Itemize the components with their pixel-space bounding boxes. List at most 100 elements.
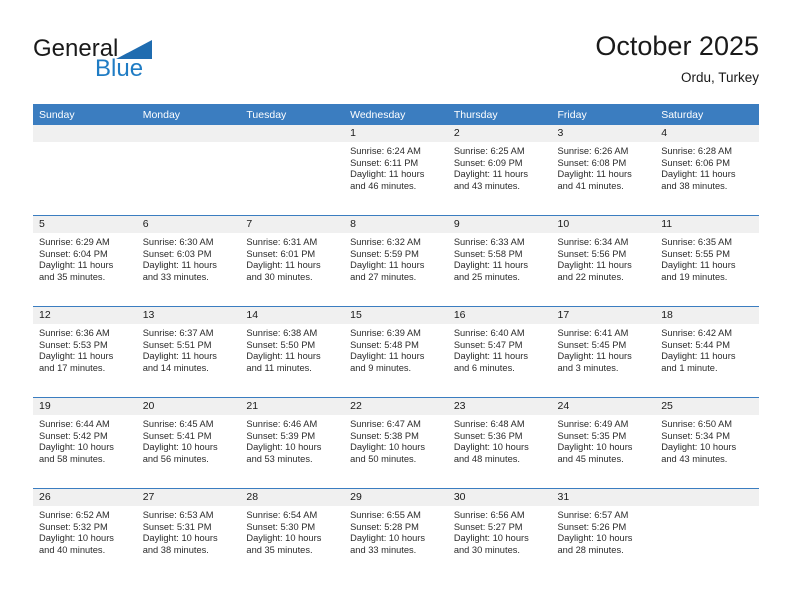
calendar-day-cell[interactable]: 26 Sunrise: 6:52 AM Sunset: 5:32 PM Dayl… bbox=[33, 488, 137, 579]
daylight-text-line1: Daylight: 10 hours bbox=[350, 533, 426, 544]
general-blue-logo: General Blue bbox=[33, 36, 253, 81]
day-number: 18 bbox=[655, 307, 759, 324]
daylight-text-line2: and 33 minutes. bbox=[142, 271, 209, 282]
daylight-text-line1: Daylight: 11 hours bbox=[557, 260, 632, 271]
day-number: 15 bbox=[344, 307, 448, 324]
daylight-text-line2: and 35 minutes. bbox=[246, 544, 313, 555]
daylight-text-line2: and 28 minutes. bbox=[557, 544, 624, 555]
day-number: 9 bbox=[447, 216, 552, 233]
page-header: General Blue October 2025 Ordu, Turkey bbox=[33, 30, 759, 100]
calendar-day-cell[interactable] bbox=[240, 125, 345, 216]
daylight-text-line1: Daylight: 11 hours bbox=[557, 351, 632, 362]
day-number: 21 bbox=[240, 398, 345, 415]
calendar-day-cell[interactable]: 22 Sunrise: 6:47 AM Sunset: 5:38 PM Dayl… bbox=[344, 397, 448, 489]
day-number: 3 bbox=[551, 125, 656, 142]
day-details: Sunrise: 6:53 AM Sunset: 5:31 PM Dayligh… bbox=[137, 506, 241, 556]
sunset-text: Sunset: 6:01 PM bbox=[246, 248, 316, 259]
day-details: Sunrise: 6:56 AM Sunset: 5:27 PM Dayligh… bbox=[448, 506, 552, 556]
day-number: 20 bbox=[136, 398, 241, 415]
day-number: 13 bbox=[136, 307, 241, 324]
daylight-text-line1: Daylight: 10 hours bbox=[142, 442, 218, 453]
day-details: Sunrise: 6:31 AM Sunset: 6:01 PM Dayligh… bbox=[240, 233, 344, 283]
calendar-day-cell[interactable]: 2 Sunrise: 6:25 AM Sunset: 6:09 PM Dayli… bbox=[447, 125, 552, 216]
calendar-day-cell[interactable]: 9 Sunrise: 6:33 AM Sunset: 5:58 PM Dayli… bbox=[447, 215, 552, 307]
day-number: 6 bbox=[136, 216, 241, 233]
sunrise-text: Sunrise: 6:42 AM bbox=[661, 328, 733, 338]
calendar-day-cell[interactable]: 6 Sunrise: 6:30 AM Sunset: 6:03 PM Dayli… bbox=[136, 215, 241, 307]
day-details: Sunrise: 6:28 AM Sunset: 6:06 PM Dayligh… bbox=[655, 142, 759, 192]
calendar-day-cell[interactable]: 15 Sunrise: 6:39 AM Sunset: 5:48 PM Dayl… bbox=[344, 306, 448, 398]
calendar-day-cell[interactable] bbox=[33, 125, 137, 216]
daylight-text-line1: Daylight: 10 hours bbox=[246, 442, 322, 453]
calendar-day-cell[interactable] bbox=[136, 125, 241, 216]
day-details: Sunrise: 6:25 AM Sunset: 6:09 PM Dayligh… bbox=[448, 142, 552, 192]
calendar-day-cell[interactable]: 1 Sunrise: 6:24 AM Sunset: 6:11 PM Dayli… bbox=[344, 125, 448, 216]
calendar-day-cell[interactable]: 16 Sunrise: 6:40 AM Sunset: 5:47 PM Dayl… bbox=[447, 306, 552, 398]
daylight-text-line2: and 48 minutes. bbox=[453, 453, 520, 464]
calendar-day-cell[interactable]: 11 Sunrise: 6:35 AM Sunset: 5:55 PM Dayl… bbox=[655, 215, 759, 307]
calendar-day-cell[interactable]: 14 Sunrise: 6:38 AM Sunset: 5:50 PM Dayl… bbox=[240, 306, 345, 398]
sunset-text: Sunset: 5:51 PM bbox=[142, 339, 212, 350]
sunrise-text: Sunrise: 6:44 AM bbox=[39, 419, 110, 429]
day-number: 31 bbox=[551, 489, 656, 506]
daylight-text-line2: and 9 minutes. bbox=[350, 362, 412, 373]
daylight-text-line2: and 33 minutes. bbox=[350, 544, 417, 555]
day-number: 7 bbox=[240, 216, 345, 233]
calendar-day-cell[interactable]: 24 Sunrise: 6:49 AM Sunset: 5:35 PM Dayl… bbox=[551, 397, 656, 489]
day-details: Sunrise: 6:44 AM Sunset: 5:42 PM Dayligh… bbox=[33, 415, 137, 465]
calendar-day-cell[interactable]: 21 Sunrise: 6:46 AM Sunset: 5:39 PM Dayl… bbox=[240, 397, 345, 489]
daylight-text-line1: Daylight: 10 hours bbox=[661, 442, 737, 453]
weekday-header-friday: Friday bbox=[551, 104, 656, 125]
sunset-text: Sunset: 5:31 PM bbox=[142, 521, 212, 532]
daylight-text-line1: Daylight: 11 hours bbox=[142, 351, 217, 362]
calendar-day-cell[interactable]: 27 Sunrise: 6:53 AM Sunset: 5:31 PM Dayl… bbox=[136, 488, 241, 579]
calendar-day-cell[interactable]: 25 Sunrise: 6:50 AM Sunset: 5:34 PM Dayl… bbox=[655, 397, 759, 489]
daylight-text-line1: Daylight: 11 hours bbox=[246, 260, 321, 271]
weekday-header-saturday: Saturday bbox=[655, 104, 759, 125]
calendar-day-cell[interactable]: 3 Sunrise: 6:26 AM Sunset: 6:08 PM Dayli… bbox=[551, 125, 656, 216]
calendar-day-cell[interactable] bbox=[655, 488, 759, 579]
calendar-day-cell[interactable]: 5 Sunrise: 6:29 AM Sunset: 6:04 PM Dayli… bbox=[33, 215, 137, 307]
calendar-day-cell[interactable]: 8 Sunrise: 6:32 AM Sunset: 5:59 PM Dayli… bbox=[344, 215, 448, 307]
daylight-text-line1: Daylight: 10 hours bbox=[39, 442, 114, 453]
day-details: Sunrise: 6:49 AM Sunset: 5:35 PM Dayligh… bbox=[552, 415, 656, 465]
calendar-day-cell[interactable]: 28 Sunrise: 6:54 AM Sunset: 5:30 PM Dayl… bbox=[240, 488, 345, 579]
calendar-day-cell[interactable]: 18 Sunrise: 6:42 AM Sunset: 5:44 PM Dayl… bbox=[655, 306, 759, 398]
calendar-day-cell[interactable]: 10 Sunrise: 6:34 AM Sunset: 5:56 PM Dayl… bbox=[551, 215, 656, 307]
daylight-text-line1: Daylight: 10 hours bbox=[453, 533, 529, 544]
calendar-page: General Blue October 2025 Ordu, Turkey S… bbox=[0, 0, 792, 612]
calendar-day-cell[interactable]: 31 Sunrise: 6:57 AM Sunset: 5:26 PM Dayl… bbox=[551, 488, 656, 579]
calendar-day-cell[interactable]: 7 Sunrise: 6:31 AM Sunset: 6:01 PM Dayli… bbox=[240, 215, 345, 307]
sunrise-text: Sunrise: 6:46 AM bbox=[246, 419, 318, 429]
calendar-day-cell[interactable]: 23 Sunrise: 6:48 AM Sunset: 5:36 PM Dayl… bbox=[447, 397, 552, 489]
sunrise-text: Sunrise: 6:32 AM bbox=[350, 237, 421, 247]
day-number bbox=[655, 489, 759, 506]
day-number: 29 bbox=[344, 489, 448, 506]
calendar-day-cell[interactable]: 17 Sunrise: 6:41 AM Sunset: 5:45 PM Dayl… bbox=[551, 306, 656, 398]
sunset-text: Sunset: 6:08 PM bbox=[557, 157, 627, 168]
calendar-week-row: 1 Sunrise: 6:24 AM Sunset: 6:11 PM Dayli… bbox=[33, 125, 759, 216]
daylight-text-line1: Daylight: 11 hours bbox=[246, 351, 321, 362]
day-number: 30 bbox=[447, 489, 552, 506]
day-details: Sunrise: 6:47 AM Sunset: 5:38 PM Dayligh… bbox=[344, 415, 448, 465]
calendar-day-cell[interactable]: 4 Sunrise: 6:28 AM Sunset: 6:06 PM Dayli… bbox=[655, 125, 759, 216]
calendar-day-cell[interactable]: 12 Sunrise: 6:36 AM Sunset: 5:53 PM Dayl… bbox=[33, 306, 137, 398]
calendar-day-cell[interactable]: 20 Sunrise: 6:45 AM Sunset: 5:41 PM Dayl… bbox=[136, 397, 241, 489]
sunset-text: Sunset: 5:55 PM bbox=[661, 248, 730, 259]
daylight-text-line2: and 43 minutes. bbox=[453, 180, 520, 191]
daylight-text-line1: Daylight: 11 hours bbox=[661, 351, 736, 362]
sunset-text: Sunset: 5:59 PM bbox=[350, 248, 419, 259]
sunrise-text: Sunrise: 6:26 AM bbox=[557, 146, 629, 156]
calendar-day-cell[interactable]: 13 Sunrise: 6:37 AM Sunset: 5:51 PM Dayl… bbox=[136, 306, 241, 398]
calendar-day-cell[interactable]: 29 Sunrise: 6:55 AM Sunset: 5:28 PM Dayl… bbox=[344, 488, 448, 579]
calendar-day-cell[interactable]: 19 Sunrise: 6:44 AM Sunset: 5:42 PM Dayl… bbox=[33, 397, 137, 489]
day-number: 22 bbox=[344, 398, 448, 415]
day-details: Sunrise: 6:34 AM Sunset: 5:56 PM Dayligh… bbox=[552, 233, 656, 283]
day-number: 2 bbox=[447, 125, 552, 142]
calendar-day-cell[interactable]: 30 Sunrise: 6:56 AM Sunset: 5:27 PM Dayl… bbox=[447, 488, 552, 579]
sunset-text: Sunset: 5:58 PM bbox=[453, 248, 523, 259]
day-details: Sunrise: 6:48 AM Sunset: 5:36 PM Dayligh… bbox=[448, 415, 552, 465]
daylight-text-line2: and 43 minutes. bbox=[661, 453, 728, 464]
day-details: Sunrise: 6:42 AM Sunset: 5:44 PM Dayligh… bbox=[655, 324, 759, 374]
day-number bbox=[33, 125, 137, 142]
